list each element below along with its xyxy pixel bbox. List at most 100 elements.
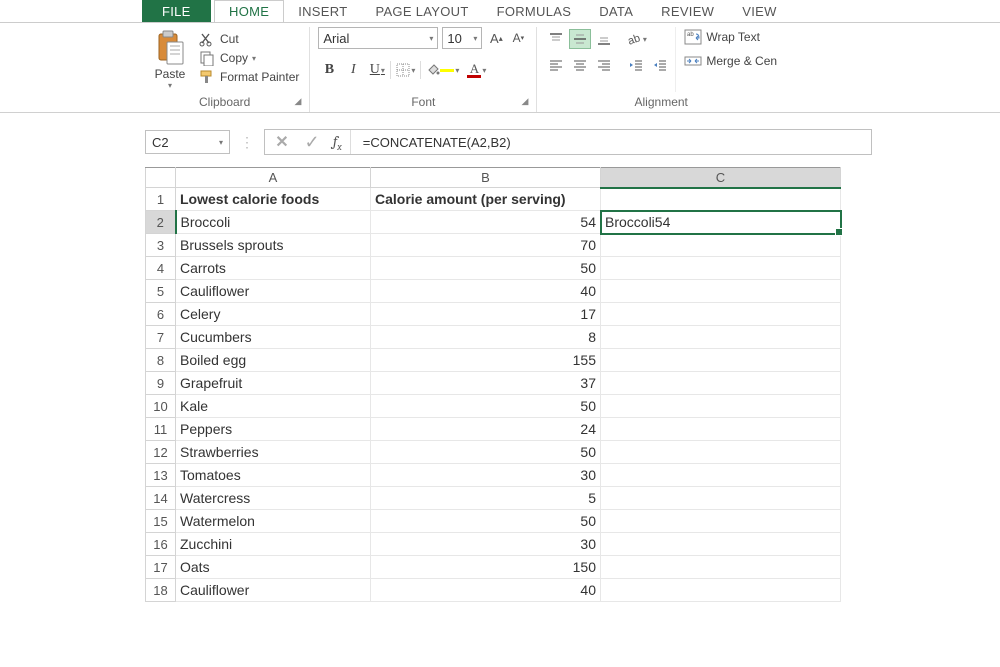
align-right-button[interactable] (593, 55, 615, 75)
select-all-corner[interactable] (146, 168, 176, 188)
row-header-4[interactable]: 4 (146, 257, 176, 280)
align-top-button[interactable] (545, 29, 567, 49)
cell-C17[interactable] (601, 556, 841, 579)
cell-B16[interactable]: 30 (371, 533, 601, 556)
col-header-A[interactable]: A (176, 168, 371, 188)
cell-C5[interactable] (601, 280, 841, 303)
cell-A7[interactable]: Cucumbers (176, 326, 371, 349)
cell-B18[interactable]: 40 (371, 579, 601, 602)
decrease-font-button[interactable]: A▾ (508, 28, 528, 48)
tab-review[interactable]: REVIEW (647, 1, 728, 22)
cell-A8[interactable]: Boiled egg (176, 349, 371, 372)
cell-A13[interactable]: Tomatoes (176, 464, 371, 487)
tab-insert[interactable]: INSERT (284, 1, 361, 22)
name-box[interactable]: C2 ▾ (145, 130, 230, 154)
formula-input[interactable]: =CONCATENATE(A2,B2) (351, 130, 871, 154)
cell-A16[interactable]: Zucchini (176, 533, 371, 556)
row-header-15[interactable]: 15 (146, 510, 176, 533)
cell-C15[interactable] (601, 510, 841, 533)
clipboard-launcher-icon[interactable]: ◢ (294, 96, 301, 107)
cell-B9[interactable]: 37 (371, 372, 601, 395)
cell-C8[interactable] (601, 349, 841, 372)
cell-B1[interactable]: Calorie amount (per serving) (371, 188, 601, 211)
cell-A2[interactable]: Broccoli (176, 211, 371, 234)
row-header-18[interactable]: 18 (146, 579, 176, 602)
fill-color-button[interactable]: ▾ (423, 59, 462, 81)
cell-B3[interactable]: 70 (371, 234, 601, 257)
row-header-2[interactable]: 2 (146, 211, 176, 234)
row-header-17[interactable]: 17 (146, 556, 176, 579)
cell-C2[interactable]: Broccoli54 (601, 211, 841, 234)
row-header-7[interactable]: 7 (146, 326, 176, 349)
copy-button[interactable]: Copy ▾ (196, 50, 301, 66)
row-header-12[interactable]: 12 (146, 441, 176, 464)
orientation-button[interactable]: ab▾ (625, 29, 647, 49)
cell-A11[interactable]: Peppers (176, 418, 371, 441)
cell-B17[interactable]: 150 (371, 556, 601, 579)
cell-C10[interactable] (601, 395, 841, 418)
col-header-C[interactable]: C (601, 168, 841, 188)
cell-C13[interactable] (601, 464, 841, 487)
cell-A18[interactable]: Cauliflower (176, 579, 371, 602)
cell-C3[interactable] (601, 234, 841, 257)
cell-B5[interactable]: 40 (371, 280, 601, 303)
align-middle-button[interactable] (569, 29, 591, 49)
cell-C6[interactable] (601, 303, 841, 326)
cell-A12[interactable]: Strawberries (176, 441, 371, 464)
tab-home[interactable]: HOME (214, 0, 284, 22)
align-left-button[interactable] (545, 55, 567, 75)
grid-table[interactable]: A B C 1Lowest calorie foodsCalorie amoun… (145, 167, 841, 602)
cell-A14[interactable]: Watercress (176, 487, 371, 510)
cell-A9[interactable]: Grapefruit (176, 372, 371, 395)
cell-B6[interactable]: 17 (371, 303, 601, 326)
cell-A17[interactable]: Oats (176, 556, 371, 579)
row-header-11[interactable]: 11 (146, 418, 176, 441)
cell-C11[interactable] (601, 418, 841, 441)
italic-button[interactable]: I (342, 59, 364, 81)
align-bottom-button[interactable] (593, 29, 615, 49)
cell-C9[interactable] (601, 372, 841, 395)
cell-C7[interactable] (601, 326, 841, 349)
row-header-10[interactable]: 10 (146, 395, 176, 418)
row-header-14[interactable]: 14 (146, 487, 176, 510)
format-painter-button[interactable]: Format Painter (196, 69, 301, 85)
row-header-5[interactable]: 5 (146, 280, 176, 303)
row-header-9[interactable]: 9 (146, 372, 176, 395)
tab-data[interactable]: DATA (585, 1, 647, 22)
tab-page-layout[interactable]: PAGE LAYOUT (361, 1, 482, 22)
cell-A3[interactable]: Brussels sprouts (176, 234, 371, 257)
cell-B2[interactable]: 54 (371, 211, 601, 234)
cell-C18[interactable] (601, 579, 841, 602)
row-header-8[interactable]: 8 (146, 349, 176, 372)
row-header-16[interactable]: 16 (146, 533, 176, 556)
merge-center-button[interactable]: Merge & Cen (684, 53, 777, 69)
paste-button[interactable]: Paste ▾ (148, 27, 192, 92)
row-header-1[interactable]: 1 (146, 188, 176, 211)
row-header-6[interactable]: 6 (146, 303, 176, 326)
cell-B4[interactable]: 50 (371, 257, 601, 280)
cell-B8[interactable]: 155 (371, 349, 601, 372)
wrap-text-button[interactable]: ab Wrap Text (684, 29, 777, 45)
tab-view[interactable]: VIEW (728, 1, 790, 22)
row-header-3[interactable]: 3 (146, 234, 176, 257)
cell-A15[interactable]: Watermelon (176, 510, 371, 533)
tab-formulas[interactable]: FORMULAS (483, 1, 586, 22)
cell-B12[interactable]: 50 (371, 441, 601, 464)
cell-B7[interactable]: 8 (371, 326, 601, 349)
accept-formula-button[interactable]: ✓ (301, 131, 323, 153)
cell-C12[interactable] (601, 441, 841, 464)
cell-B11[interactable]: 24 (371, 418, 601, 441)
cut-button[interactable]: Cut (196, 31, 301, 47)
row-header-13[interactable]: 13 (146, 464, 176, 487)
cell-A1[interactable]: Lowest calorie foods (176, 188, 371, 211)
bold-button[interactable]: B (318, 59, 340, 81)
font-launcher-icon[interactable]: ◢ (521, 96, 528, 107)
cancel-formula-button[interactable]: ✕ (271, 131, 293, 153)
cell-A6[interactable]: Celery (176, 303, 371, 326)
font-name-select[interactable]: Arial ▾ (318, 27, 438, 49)
cell-C16[interactable] (601, 533, 841, 556)
cell-B15[interactable]: 50 (371, 510, 601, 533)
borders-button[interactable]: ▾ (393, 59, 418, 81)
cell-C14[interactable] (601, 487, 841, 510)
font-color-button[interactable]: A ▾ (464, 59, 489, 81)
